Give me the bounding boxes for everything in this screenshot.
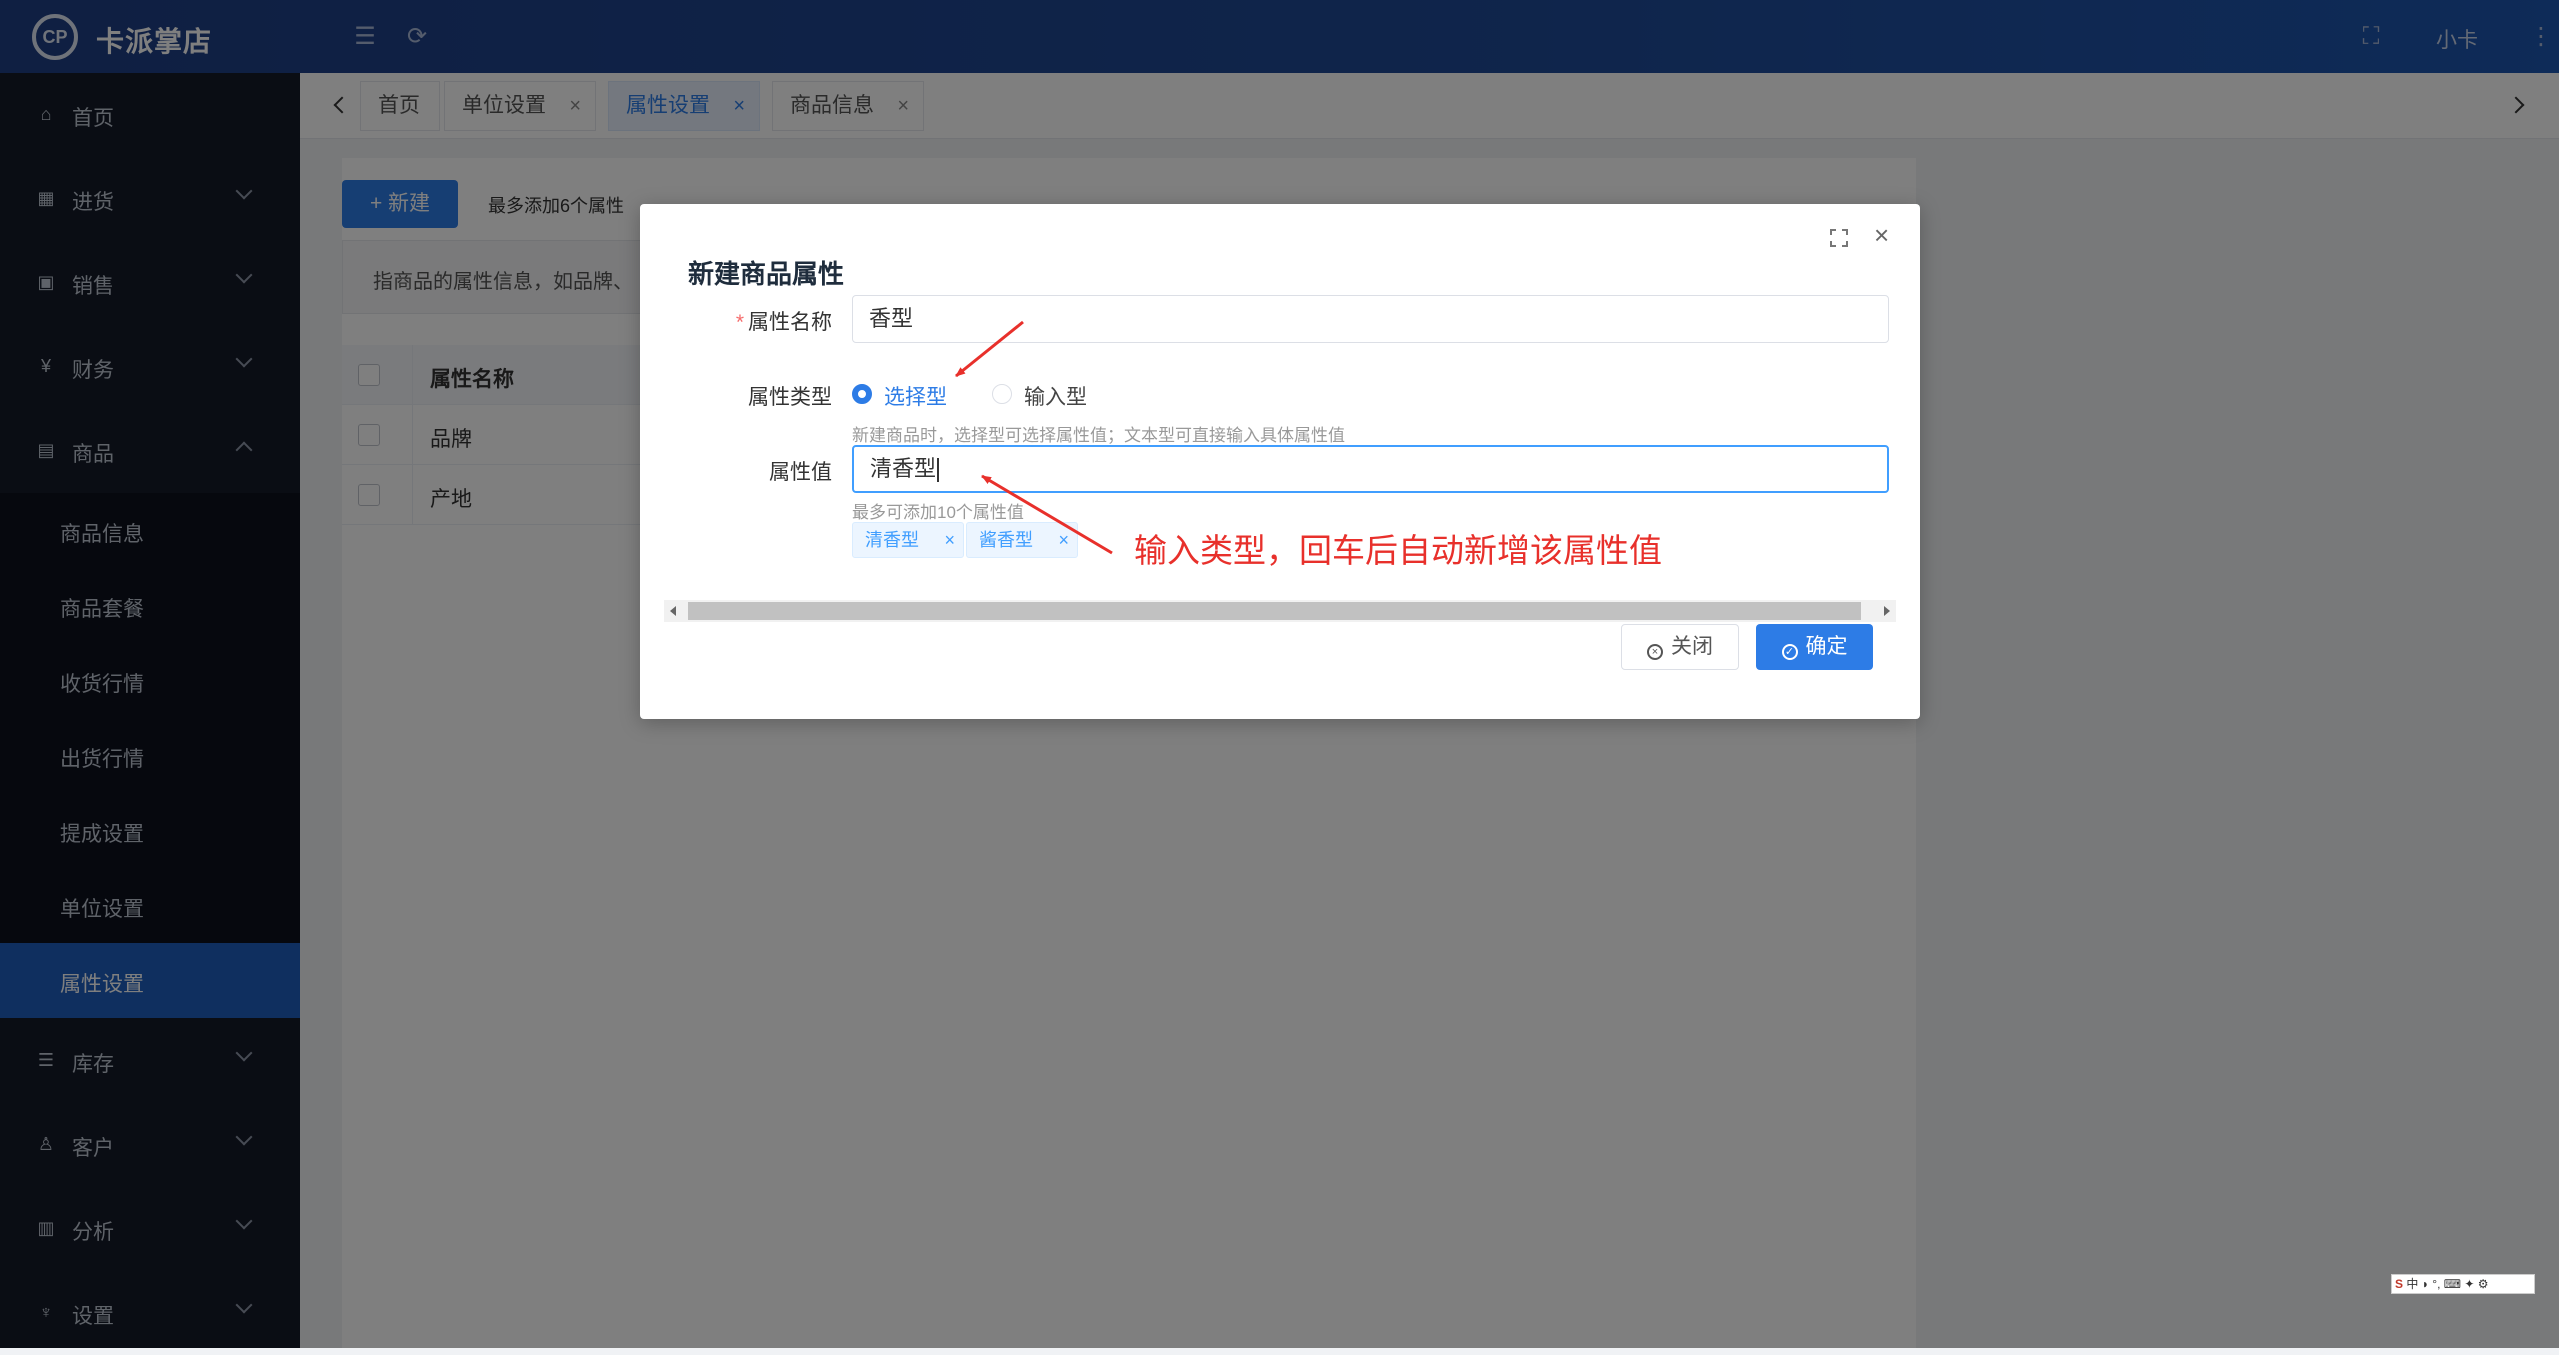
ime-toolbar[interactable]: S 中 ◗ °, ⌨ ✦ ⚙ [2391,1274,2535,1294]
annotation-arrow-type [955,320,1024,378]
annotation-arrow-value [981,474,1113,555]
annotation-text: 输入类型，回车后自动新增该属性值 [1134,532,1662,569]
ime-status: 中 ◗ °, ⌨ ✦ ⚙ [2406,1277,2489,1291]
annotation-arrows [955,320,1113,555]
ime-logo-icon: S [2395,1277,2404,1291]
